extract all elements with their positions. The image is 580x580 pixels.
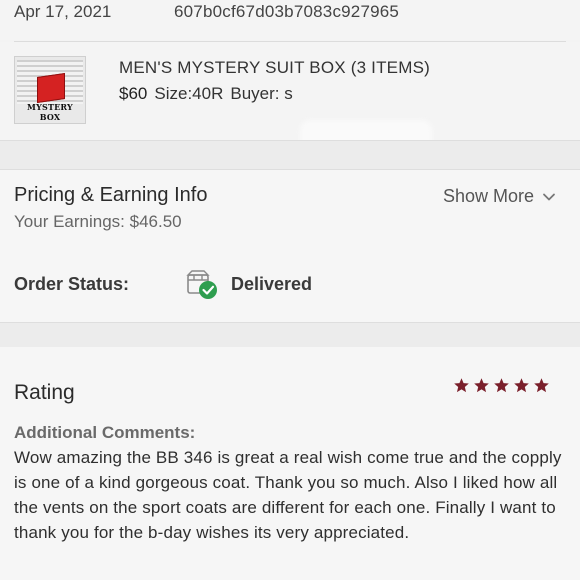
section-gap	[0, 323, 580, 347]
rating-title: Rating	[14, 381, 75, 404]
order-header: Apr 17, 2021 607b0cf67d03b7083c927965	[0, 0, 580, 40]
delivered-box-check-icon	[186, 270, 217, 299]
order-id[interactable]: 607b0cf67d03b7083c927965	[174, 2, 399, 22]
buyer-name[interactable]: Buyer: s	[230, 84, 292, 103]
item-summary[interactable]: MYSTERY BOX MEN'S MYSTERY SUIT BOX (3 IT…	[0, 42, 580, 164]
show-more-button[interactable]: Show More	[443, 186, 556, 207]
comments-label: Additional Comments:	[14, 423, 196, 442]
chevron-down-icon	[543, 193, 555, 200]
order-status-label: Order Status:	[14, 274, 130, 294]
item-meta: $60 Size:40R Buyer: s	[119, 84, 293, 104]
section-gap	[0, 141, 580, 169]
item-title[interactable]: MEN'S MYSTERY SUIT BOX (3 ITEMS)	[119, 58, 430, 78]
item-thumbnail[interactable]: MYSTERY BOX	[14, 56, 86, 124]
pricing-section: Pricing & Earning Info Your Earnings: $4…	[0, 170, 580, 252]
mystery-box-graphic	[37, 73, 65, 103]
order-status-value: Delivered	[231, 274, 313, 294]
star-icon	[474, 378, 489, 393]
comments-text: Wow amazing the BB 346 is great a real w…	[14, 448, 562, 542]
order-status-row: Order Status: Delivered	[0, 252, 580, 322]
star-icon	[494, 378, 509, 393]
order-date: Apr 17, 2021	[14, 2, 112, 21]
thumbnail-label: MYSTERY BOX	[27, 102, 73, 122]
star-icon	[454, 378, 469, 393]
item-price: $60	[119, 84, 148, 103]
star-icon	[534, 378, 549, 393]
rating-section: Rating Additional Comments: Wow amazing …	[0, 347, 580, 580]
earnings-value: Your Earnings: $46.50	[14, 212, 182, 231]
show-more-label: Show More	[442, 186, 534, 206]
item-size: Size:40R	[154, 84, 224, 103]
star-icon	[514, 378, 529, 393]
star-rating	[453, 377, 550, 394]
pricing-title: Pricing & Earning Info	[14, 184, 208, 206]
